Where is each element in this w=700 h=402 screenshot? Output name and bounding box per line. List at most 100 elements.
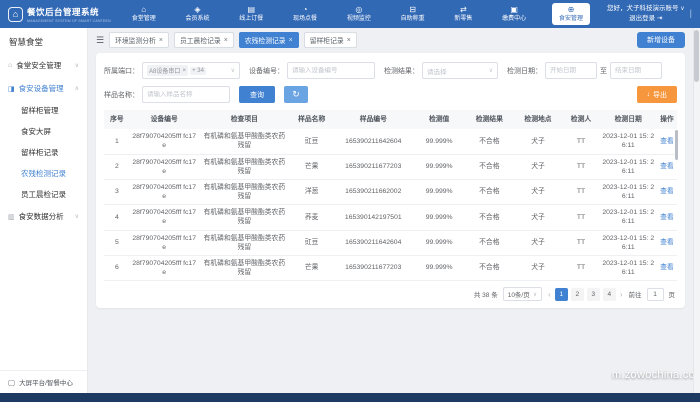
sidebar-item[interactable]: 留样柜管理 (0, 100, 87, 121)
content-area: ☰ 环境监测分析×员工晨检记录×农残检测记录×留样柜记录× 新增设备 所属端口：… (88, 28, 700, 393)
window-scrollbar-thumb[interactable] (694, 30, 699, 82)
page-button-4[interactable]: 4 (603, 288, 616, 301)
app-subtitle: MANAGEMENT SYSTEM OF SMART CANTEEN (27, 19, 111, 23)
user-menu[interactable]: 您好，犬子科技演示账号 ∨ 退出登录 ⇥ | (607, 4, 692, 24)
cell-action[interactable]: 查看 (657, 180, 677, 204)
sidebar-group-label: 食安设备管理 (19, 83, 64, 94)
end-date-input[interactable] (615, 67, 657, 74)
cell-seq: 4 (104, 205, 130, 229)
export-button[interactable]: ↓ 导出 (637, 86, 678, 103)
pagination: 共 38 条 10条/页 ∨ ‹ 1234 › 前往 页 (104, 281, 677, 302)
cell-action[interactable]: 查看 (657, 155, 677, 179)
tab-2[interactable]: 员工晨检记录× (174, 32, 234, 48)
top-nav: ⌂食堂管理 ◈会员系统 ▤线上订餐 ◔现场点餐 ◎视频监控 ⊟自助称重 ⇄新零售 ▣缴费中心 ⊕… (111, 3, 607, 25)
topnav-item-9[interactable]: ⊕食安管理 (552, 3, 590, 25)
topnav-item-5[interactable]: ◎视频监控 (343, 4, 375, 24)
download-icon: ↓ (647, 91, 651, 98)
user-greeting: 您好，犬子科技演示账号 (607, 5, 679, 12)
cell-sample: 豇豆 (290, 231, 333, 255)
sidebar-item[interactable]: 食安大屏 (0, 121, 87, 142)
result-select[interactable]: 请选择 ∨ (422, 62, 498, 79)
logout-icon: ⇥ (657, 15, 662, 22)
topnav-item-1[interactable]: ⌂食堂管理 (128, 4, 160, 24)
logout-link[interactable]: 退出登录 ⇥ (607, 14, 685, 24)
sidebar-group-icon: ◨ (8, 85, 15, 93)
sidebar-group-2[interactable]: ◨食安设备管理∧ (0, 77, 87, 100)
module-icon: ▣ (510, 5, 518, 15)
module-icon: ▤ (247, 5, 255, 15)
result-filter-label: 检测结果： (384, 66, 419, 76)
close-icon[interactable]: × (289, 37, 293, 44)
collapse-menu-icon[interactable]: ☰ (96, 35, 104, 46)
sidebar-group-label: 食安数据分析 (19, 211, 64, 222)
cell-action[interactable]: 查看 (657, 256, 677, 280)
window-scrollbar[interactable] (693, 28, 700, 393)
cell-action[interactable]: 查看 (657, 129, 677, 153)
cell-sample_no: 165390211677203 (333, 155, 413, 179)
module-icon: ⌂ (141, 5, 146, 15)
cell-location: 犬子 (514, 180, 563, 204)
cell-result: 不合格 (465, 180, 514, 204)
topnav-item-8[interactable]: ▣缴费中心 (498, 4, 530, 24)
reset-button[interactable]: ↻ (284, 86, 308, 103)
jump-page-input[interactable] (647, 288, 664, 301)
chevron-icon: ∨ (75, 62, 79, 69)
search-button[interactable]: 查询 (239, 86, 275, 103)
close-icon[interactable]: × (224, 37, 228, 44)
cell-date: 2023-12-01 15: 26:11 (600, 231, 657, 255)
sample-name-input[interactable] (147, 91, 225, 98)
topnav-item-3[interactable]: ▤线上订餐 (235, 4, 267, 24)
filter-row-1: 所属端口： A8设备串口 × + 34 ∨ 设备编号： (104, 62, 677, 79)
cell-item: 有机磷和氨基甲酸酯类农药残留 (199, 180, 291, 204)
tab-label: 农残检测记录 (245, 35, 286, 45)
page-button-2[interactable]: 2 (571, 288, 584, 301)
divider: | (690, 7, 692, 21)
sidebar-group-1[interactable]: ⌂食堂安全管理∨ (0, 54, 87, 77)
close-icon[interactable]: × (347, 37, 351, 44)
cell-inspector: TT (562, 129, 599, 153)
next-page-button[interactable]: › (619, 290, 624, 299)
start-date-input[interactable] (550, 67, 592, 74)
topnav-item-2[interactable]: ◈会员系统 (181, 4, 213, 24)
tab-4[interactable]: 留样柜记录× (304, 32, 357, 48)
open-tabs: 环境监测分析×员工晨检记录×农残检测记录×留样柜记录× (109, 32, 357, 48)
module-icon: ⇄ (460, 5, 467, 15)
device-no-filter-label: 设备编号： (249, 66, 284, 76)
cell-action[interactable]: 查看 (657, 205, 677, 229)
tab-1[interactable]: 环境监测分析× (109, 32, 169, 48)
app-window: ⌂ 餐饮后台管理系统 MANAGEMENT SYSTEM OF SMART CA… (0, 0, 700, 402)
cell-seq: 1 (104, 129, 130, 153)
chevron-down-icon: ∨ (489, 67, 493, 74)
column-header: 样品编号 (333, 110, 413, 129)
add-device-button[interactable]: 新增设备 (637, 32, 685, 48)
tab-3[interactable]: 农残检测记录× (239, 32, 299, 48)
table-body: 128f790704205fff fc17e有机磷和氨基甲酸酯类农药残留豇豆16… (104, 129, 677, 281)
cell-sample_no: 165390211642604 (333, 129, 413, 153)
prev-page-button[interactable]: ‹ (547, 290, 552, 299)
cell-location: 犬子 (514, 155, 563, 179)
sidebar-item[interactable]: 留样柜记录 (0, 142, 87, 163)
cell-result: 不合格 (465, 155, 514, 179)
topnav-item-label: 食堂管理 (132, 15, 156, 23)
port-multiselect[interactable]: A8设备串口 × + 34 ∨ (142, 62, 240, 79)
records-table: 序号设备编号检查项目样品名称样品编号检测值检测结果检测地点检测人检测日期操作 1… (104, 110, 677, 281)
sidebar-item[interactable]: 员工晨检记录 (0, 184, 87, 205)
page-button-1[interactable]: 1 (555, 288, 568, 301)
topnav-item-7[interactable]: ⇄新零售 (450, 4, 476, 24)
chevron-down-icon: ∨ (533, 291, 537, 298)
page-button-3[interactable]: 3 (587, 288, 600, 301)
cell-sample: 荞麦 (290, 205, 333, 229)
close-icon[interactable]: × (159, 37, 163, 44)
sidebar-item[interactable]: 农残检测记录 (0, 163, 87, 184)
topnav-item-6[interactable]: ⊟自助称重 (397, 4, 429, 24)
sidebar-group-3[interactable]: ▥食安数据分析∨ (0, 205, 87, 228)
device-no-input[interactable] (292, 67, 370, 74)
per-page-select[interactable]: 10条/页 ∨ (503, 287, 542, 301)
chevron-icon: ∨ (75, 213, 79, 220)
topnav-item-4[interactable]: ◔现场点餐 (289, 4, 321, 24)
table-scrollbar[interactable] (675, 130, 678, 160)
cell-seq: 2 (104, 155, 130, 179)
sidebar-footer-link[interactable]: ▢ 大屏平台/智餐中心 (0, 370, 87, 393)
cell-action[interactable]: 查看 (657, 231, 677, 255)
tag-close-icon[interactable]: × (182, 67, 186, 74)
